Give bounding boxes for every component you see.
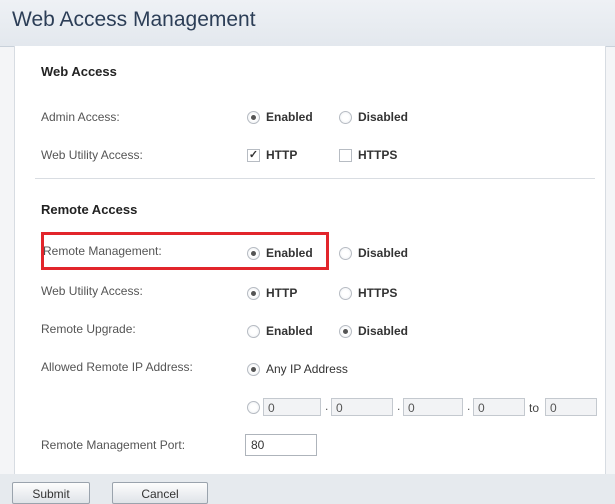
radio-unselected-icon bbox=[339, 110, 352, 124]
radio-unselected-icon bbox=[247, 401, 260, 414]
submit-button[interactable]: Submit bbox=[12, 482, 90, 504]
radio-selected-icon bbox=[247, 362, 260, 376]
settings-panel: Web Access Admin Access: Enabled Disable… bbox=[14, 46, 606, 475]
web-utility-access-label: Web Utility Access: bbox=[41, 148, 143, 162]
cancel-button[interactable]: Cancel bbox=[112, 482, 208, 504]
ip-octet-3-input[interactable]: 0 bbox=[403, 398, 463, 416]
ip-separator: . bbox=[325, 399, 329, 413]
button-bar: Submit Cancel bbox=[0, 474, 615, 504]
radio-unselected-icon bbox=[339, 246, 352, 260]
radio-unselected-icon bbox=[339, 286, 352, 300]
ip-range-radio[interactable] bbox=[247, 401, 260, 414]
radio-selected-icon bbox=[247, 246, 260, 260]
radio-selected-icon bbox=[247, 110, 260, 124]
remote-upgrade-enabled-label: Enabled bbox=[266, 324, 313, 338]
http-label: HTTP bbox=[266, 148, 298, 162]
admin-access-label: Admin Access: bbox=[41, 110, 120, 124]
remote-management-enabled-label: Enabled bbox=[266, 246, 313, 260]
remote-management-label: Remote Management: bbox=[43, 244, 162, 258]
http-checkbox[interactable]: ✓ HTTP bbox=[247, 148, 297, 162]
ip-octet-4-input[interactable]: 0 bbox=[473, 398, 525, 416]
remote-management-disabled-radio[interactable]: Disabled bbox=[339, 246, 408, 260]
remote-access-heading: Remote Access bbox=[41, 202, 138, 217]
ip-range-to-label: to bbox=[529, 401, 540, 415]
admin-access-enabled-radio[interactable]: Enabled bbox=[247, 110, 313, 124]
ip-octet-2-input[interactable]: 0 bbox=[331, 398, 393, 416]
radio-selected-icon bbox=[247, 286, 260, 300]
remote-https-label: HTTPS bbox=[358, 286, 398, 300]
page-header: Web Access Management bbox=[0, 0, 615, 47]
page-title: Web Access Management bbox=[12, 8, 256, 31]
remote-upgrade-disabled-label: Disabled bbox=[358, 324, 409, 338]
ip-separator: . bbox=[397, 399, 401, 413]
section-divider bbox=[35, 178, 595, 179]
admin-access-disabled-label: Disabled bbox=[358, 110, 409, 124]
remote-http-label: HTTP bbox=[266, 286, 298, 300]
checkbox-unchecked-icon bbox=[339, 148, 352, 162]
page: Web Access Management Web Access Admin A… bbox=[0, 0, 615, 504]
remote-upgrade-label: Remote Upgrade: bbox=[41, 322, 136, 336]
remote-management-port-input[interactable]: 80 bbox=[245, 434, 317, 456]
admin-access-disabled-radio[interactable]: Disabled bbox=[339, 110, 408, 124]
https-label: HTTPS bbox=[358, 148, 398, 162]
ip-octet-1-input[interactable]: 0 bbox=[263, 398, 321, 416]
remote-management-port-label: Remote Management Port: bbox=[41, 438, 186, 452]
remote-https-radio[interactable]: HTTPS bbox=[339, 286, 397, 300]
web-access-heading: Web Access bbox=[41, 64, 117, 79]
any-ip-address-radio[interactable]: Any IP Address bbox=[247, 362, 348, 376]
remote-management-disabled-label: Disabled bbox=[358, 246, 409, 260]
ip-range-end-input[interactable]: 0 bbox=[545, 398, 597, 416]
radio-selected-icon bbox=[339, 324, 352, 338]
admin-access-enabled-label: Enabled bbox=[266, 110, 313, 124]
remote-management-enabled-radio[interactable]: Enabled bbox=[247, 246, 313, 260]
ip-separator: . bbox=[467, 399, 471, 413]
any-ip-address-label: Any IP Address bbox=[266, 362, 348, 376]
remote-upgrade-disabled-radio[interactable]: Disabled bbox=[339, 324, 408, 338]
remote-http-radio[interactable]: HTTP bbox=[247, 286, 297, 300]
allowed-remote-ip-label: Allowed Remote IP Address: bbox=[41, 360, 193, 374]
checkbox-checked-icon: ✓ bbox=[247, 148, 260, 162]
radio-unselected-icon bbox=[247, 324, 260, 338]
https-checkbox[interactable]: HTTPS bbox=[339, 148, 397, 162]
remote-upgrade-enabled-radio[interactable]: Enabled bbox=[247, 324, 313, 338]
remote-web-utility-access-label: Web Utility Access: bbox=[41, 284, 143, 298]
